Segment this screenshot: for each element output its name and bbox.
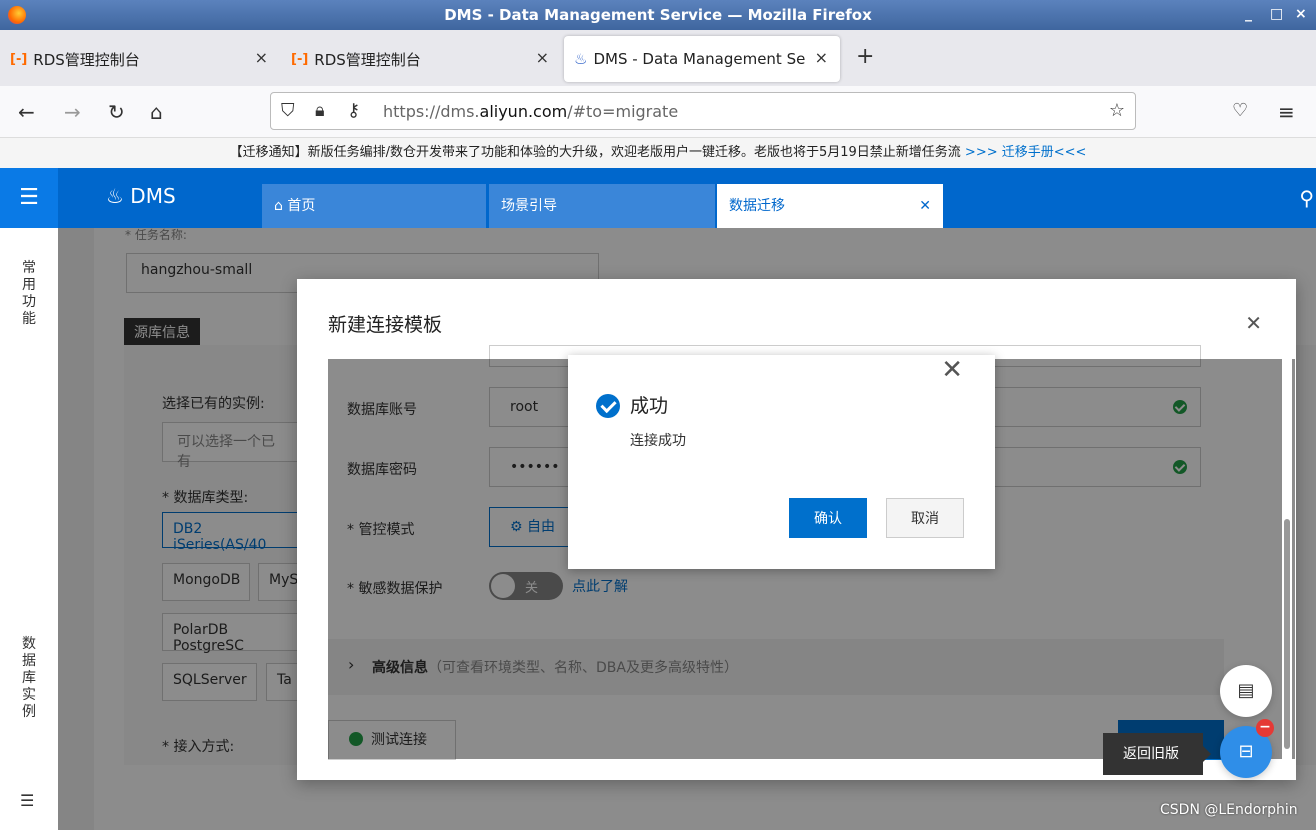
tab-label: RDS管理控制台: [314, 50, 421, 69]
browser-tab[interactable]: [-] RDS管理控制台 ×: [281, 36, 561, 82]
success-title: 成功: [630, 395, 669, 417]
aliyun-icon: [-]: [291, 51, 309, 67]
dms-logo-icon: ♨: [106, 184, 131, 208]
dms-logo[interactable]: ♨ DMS: [106, 184, 176, 208]
url-text[interactable]: https://dms.aliyun.com/#to=migrate: [383, 102, 678, 121]
browser-tab-active[interactable]: ♨ DMS - Data Management Se ×: [564, 36, 840, 82]
migration-notice: 【迁移通知】新版任务编排/数仓开发带来了功能和体验的大升级，欢迎老版用户一键迁移…: [0, 138, 1316, 168]
lock-icon[interactable]: 🔒︎: [315, 100, 325, 121]
tab-data-migration[interactable]: 数据迁移 ✕: [717, 184, 943, 228]
sidebar-common-functions[interactable]: 常用功能: [22, 260, 38, 328]
search-icon[interactable]: ⚲: [1299, 186, 1314, 210]
aliyun-icon: [-]: [10, 51, 28, 67]
window-titlebar: DMS - Data Management Service — Mozilla …: [0, 0, 1316, 30]
tab-label: DMS - Data Management Se: [593, 50, 806, 68]
close-icon[interactable]: ✕: [1245, 311, 1262, 335]
migration-manual-link[interactable]: >>> 迁移手册<<<: [965, 145, 1087, 160]
minus-badge-icon[interactable]: −: [1256, 719, 1274, 737]
forward-arrow-icon[interactable]: →: [64, 100, 81, 124]
notice-text: 【迁移通知】新版任务编排/数仓开发带来了功能和体验的大升级，欢迎老版用户一键迁移…: [229, 145, 961, 160]
modal-scroll-thumb[interactable]: [1284, 519, 1290, 749]
browser-tab[interactable]: [-] RDS管理控制台 ×: [0, 36, 280, 82]
success-check-icon: [596, 394, 620, 418]
dms-icon: ♨: [574, 50, 588, 68]
bookmark-star-icon[interactable]: ☆: [1109, 100, 1125, 121]
maximize-button[interactable]: □: [1270, 6, 1283, 22]
close-icon[interactable]: ✕: [941, 355, 963, 385]
tab-label: RDS管理控制台: [33, 50, 140, 69]
close-tab-icon[interactable]: ×: [815, 48, 828, 67]
sidebar-db-instances[interactable]: 数据库实例: [22, 636, 38, 721]
home-icon[interactable]: ⌂: [150, 100, 163, 124]
collapse-menu-icon[interactable]: ☰: [20, 791, 34, 810]
shield-icon[interactable]: ⛉: [281, 100, 295, 121]
hamburger-menu-icon[interactable]: ☰: [0, 168, 58, 228]
confirm-button[interactable]: 确认: [789, 498, 867, 538]
browser-tabstrip: [-] RDS管理控制台 × [-] RDS管理控制台 × ♨ DMS - Da…: [0, 30, 1316, 86]
success-message: 连接成功: [630, 433, 686, 449]
close-tab-icon[interactable]: ✕: [919, 184, 931, 228]
cancel-button[interactable]: 取消: [886, 498, 964, 538]
window-title: DMS - Data Management Service — Mozilla …: [444, 6, 872, 24]
pocket-icon[interactable]: ♡: [1232, 100, 1248, 121]
close-tab-icon[interactable]: ×: [536, 48, 549, 67]
minimize-button[interactable]: _: [1245, 6, 1252, 22]
tab-home[interactable]: ⌂ 首页: [262, 184, 486, 228]
close-window-button[interactable]: ×: [1295, 6, 1307, 22]
menu-icon[interactable]: ≡: [1278, 100, 1295, 124]
dms-header: ☰ ♨ DMS ⌂ 首页 场景引导 数据迁移 ✕ ⚲: [0, 168, 1316, 228]
feedback-icon[interactable]: ▤: [1220, 665, 1272, 717]
left-sidebar: 常用功能 数据库实例 ☰: [0, 228, 58, 830]
back-arrow-icon[interactable]: ←: [18, 100, 35, 124]
return-old-version-tooltip: 返回旧版: [1103, 733, 1211, 775]
watermark: CSDN @LEndorphin: [1160, 802, 1298, 818]
success-dialog: ✕ 成功 连接成功 确认 取消: [568, 355, 995, 569]
key-icon[interactable]: ⚷: [347, 100, 360, 121]
reload-icon[interactable]: ↻: [108, 100, 125, 124]
browser-navbar: ← → ↻ ⌂ ⛉ 🔒︎ ⚷ https://dms.aliyun.com/#t…: [0, 86, 1316, 138]
new-tab-button[interactable]: +: [856, 44, 874, 69]
home-icon: ⌂: [274, 198, 288, 214]
tab-scene-guide[interactable]: 场景引导: [489, 184, 715, 228]
modal-title: 新建连接模板: [328, 314, 443, 336]
url-bar[interactable]: ⛉ 🔒︎ ⚷ https://dms.aliyun.com/#to=migrat…: [270, 92, 1136, 130]
close-tab-icon[interactable]: ×: [255, 48, 268, 67]
